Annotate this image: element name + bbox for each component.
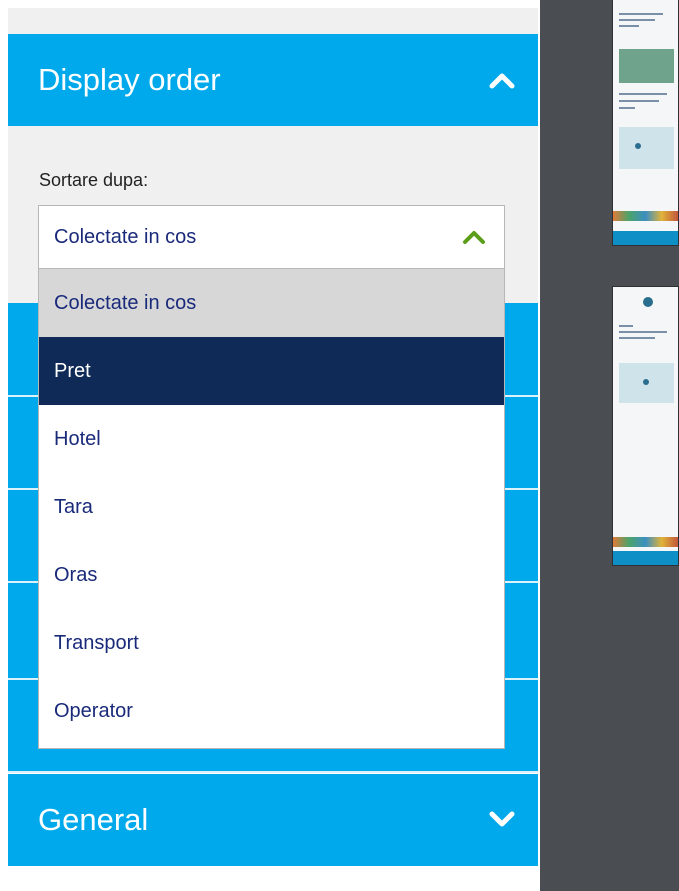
thumbnail-map-marker: [635, 143, 641, 149]
chevron-up-icon: [463, 231, 485, 244]
thumbnail-skyline: [613, 537, 678, 547]
option-operator[interactable]: Operator: [39, 677, 504, 745]
section-divider: [8, 771, 538, 773]
thumbnail-hotel-image: [619, 49, 674, 83]
thumbnail-text-line: [619, 331, 667, 333]
thumbnail-text-line: [619, 107, 635, 109]
thumbnail-text-line: [619, 337, 655, 339]
thumbnail-text-line: [619, 100, 659, 102]
thumbnail-text-line: [619, 93, 667, 95]
option-hotel[interactable]: Hotel: [39, 405, 504, 473]
general-title: General: [38, 802, 149, 837]
sort-options-list: Colectate in cos Pret Hotel Tara Oras Tr…: [38, 269, 505, 749]
thumbnail-text-line: [619, 19, 655, 21]
sort-select-value: Colectate in cos: [54, 225, 197, 248]
thumbnail-text-line: [619, 325, 633, 327]
sidebar-top-strip: [8, 8, 538, 34]
thumbnail-map: [619, 127, 674, 169]
thumbnail-skyline: [613, 211, 678, 221]
thumbnail-footer: [613, 551, 678, 565]
thumbnail-footer: [613, 231, 678, 245]
offer-thumbnail[interactable]: [612, 286, 679, 566]
sidebar: Display order Sortare dupa: General Cole…: [0, 0, 540, 891]
thumbnail-logo: [643, 297, 653, 307]
general-header[interactable]: General: [8, 774, 538, 866]
option-pret[interactable]: Pret: [39, 337, 504, 405]
thumbnail-text-line: [619, 13, 663, 15]
sort-label: Sortare dupa:: [39, 170, 149, 190]
thumbnail-text-line: [619, 25, 639, 27]
chevron-up-icon: [489, 73, 515, 89]
option-transport[interactable]: Transport: [39, 609, 504, 677]
display-order-title: Display order: [38, 62, 221, 97]
option-tara[interactable]: Tara: [39, 473, 504, 541]
thumbnail-map-marker: [643, 379, 649, 385]
preview-pane: [540, 0, 679, 891]
offer-thumbnail[interactable]: [612, 0, 679, 246]
option-colectate-in-cos[interactable]: Colectate in cos: [39, 269, 504, 337]
sort-select[interactable]: Colectate in cos: [38, 205, 505, 269]
chevron-down-icon: [489, 811, 515, 827]
option-oras[interactable]: Oras: [39, 541, 504, 609]
display-order-header[interactable]: Display order: [8, 34, 538, 126]
